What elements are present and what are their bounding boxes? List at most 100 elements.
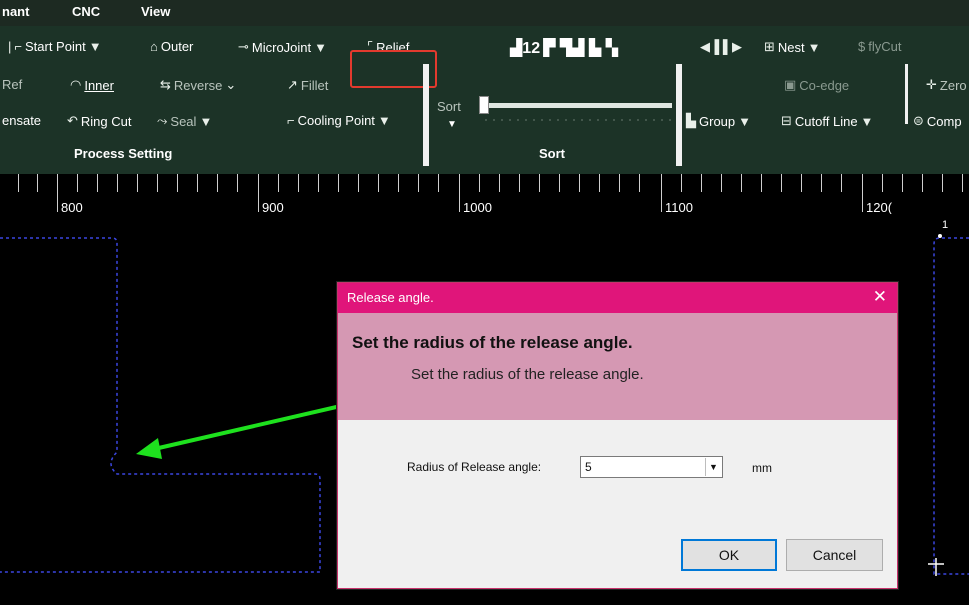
zero-button[interactable]: ✛ Zero bbox=[926, 77, 967, 93]
number-order-icon: ▟12 bbox=[510, 40, 541, 57]
annotation-arrow bbox=[149, 400, 359, 452]
sort-slider-track[interactable] bbox=[482, 103, 672, 108]
seal-label: Seal bbox=[170, 113, 197, 129]
dialog-heading: Set the radius of the release angle. bbox=[352, 333, 633, 352]
ruler-tick bbox=[298, 174, 299, 192]
zero-label: Zero bbox=[939, 77, 967, 93]
comp-button[interactable]: ⊜ Comp bbox=[913, 113, 962, 129]
zero-icon: ✛ bbox=[926, 77, 937, 92]
ruler-tick bbox=[619, 174, 620, 192]
ruler-label: 1100 bbox=[665, 200, 693, 215]
ruler-tick bbox=[801, 174, 802, 192]
radius-select-value[interactable]: 5 bbox=[585, 460, 592, 474]
part-contour[interactable] bbox=[0, 237, 321, 573]
microjoint-icon: ⊸ bbox=[238, 39, 249, 54]
ruler-tick bbox=[539, 174, 540, 192]
ruler-label: 1000 bbox=[463, 200, 492, 215]
ruler-tick bbox=[821, 174, 822, 192]
inner-button[interactable]: ◠ Inner bbox=[70, 77, 114, 93]
menu-item-cnc[interactable]: CNC bbox=[72, 4, 100, 19]
ruler-tick bbox=[559, 174, 560, 192]
part-number-label: 1 bbox=[942, 219, 948, 231]
ref-button[interactable]: Ref bbox=[2, 77, 22, 92]
ruler-tick bbox=[579, 174, 580, 192]
nest-button[interactable]: ⊞ Nest ▼ bbox=[764, 39, 821, 55]
ruler-tick bbox=[862, 174, 863, 212]
ruler-tick bbox=[962, 174, 963, 192]
comp-label: Comp bbox=[926, 113, 962, 129]
move-first-icon: ◀▐ ▌▶ bbox=[700, 39, 743, 54]
move-left-button[interactable]: ◀▐ ▌▶ bbox=[700, 39, 742, 55]
outer-label: Outer bbox=[160, 39, 194, 54]
sort-slider-thumb[interactable] bbox=[479, 96, 489, 114]
ribbon-separator bbox=[905, 64, 908, 124]
ruler-tick bbox=[519, 174, 520, 192]
group-label: Group bbox=[699, 113, 736, 129]
ruler-tick bbox=[499, 174, 500, 192]
part-contour-right[interactable] bbox=[933, 237, 969, 575]
outer-button[interactable]: ⌂ Outer bbox=[150, 39, 193, 54]
start-point-button[interactable]: | ⌐ Start Point ▼ bbox=[8, 39, 102, 54]
ruler-tick bbox=[237, 174, 238, 192]
ribbon-separator bbox=[676, 64, 682, 166]
ruler-tick bbox=[278, 174, 279, 192]
sort-dropdown-arrow-icon[interactable]: ▼ bbox=[447, 119, 457, 130]
ring-cut-button[interactable]: ↶ Ring Cut bbox=[67, 113, 131, 129]
sort-dropdown[interactable]: Sort bbox=[437, 99, 461, 114]
co-edge-button[interactable]: ▣ Co-edge bbox=[784, 77, 849, 93]
ruler-tick bbox=[661, 174, 662, 212]
ruler-tick bbox=[338, 174, 339, 192]
radius-field-label: Radius of Release angle: bbox=[407, 460, 542, 474]
seal-button[interactable]: ⤳ Seal ▼ bbox=[157, 113, 212, 129]
ruler-tick bbox=[177, 174, 178, 192]
group-label-sort: Sort bbox=[539, 146, 565, 161]
inner-label: Inner bbox=[84, 77, 114, 93]
inner-icon: ◠ bbox=[70, 77, 82, 92]
ruler-tick bbox=[137, 174, 138, 192]
dialog-titlebar[interactable]: Release angle. ✕ bbox=[338, 283, 897, 313]
fillet-label: Fillet bbox=[300, 77, 329, 93]
cooling-point-icon: ⌐ bbox=[287, 113, 295, 128]
ruler-tick bbox=[157, 174, 158, 192]
order-icon: ▛ ▜▟ ▙ ▚ bbox=[543, 40, 618, 57]
cutoff-line-button[interactable]: ⊟ Cutoff Line ▼ bbox=[781, 113, 873, 129]
dropdown-arrow-icon: ▼ bbox=[314, 39, 328, 55]
reverse-button[interactable]: ⇆ Reverse ⌄ bbox=[160, 77, 236, 93]
reverse-icon: ⇆ bbox=[160, 77, 171, 92]
compensate-button[interactable]: ensate bbox=[2, 113, 41, 128]
ruler-tick bbox=[681, 174, 682, 192]
ribbon: | ⌐ Start Point ▼ ⌂ Outer ⊸ MicroJoint ▼… bbox=[0, 26, 969, 174]
cutoff-line-icon: ⊟ bbox=[781, 113, 792, 128]
cooling-point-button[interactable]: ⌐ Cooling Point ▼ bbox=[287, 113, 391, 128]
dropdown-arrow-icon: ▼ bbox=[860, 113, 874, 129]
nest-label: Nest bbox=[777, 39, 805, 55]
chevron-down-icon[interactable]: ▼ bbox=[705, 458, 721, 476]
ruler-tick bbox=[639, 174, 640, 192]
dialog-header: Set the radius of the release angle. Set… bbox=[338, 313, 897, 420]
menu-item-maintenance[interactable]: nant bbox=[2, 4, 29, 19]
start-point-label: Start Point bbox=[24, 39, 86, 54]
microjoint-button[interactable]: ⊸ MicroJoint ▼ bbox=[238, 39, 327, 55]
flycut-button[interactable]: $ flyCut bbox=[858, 39, 901, 54]
ruler-tick bbox=[942, 174, 943, 192]
ok-button[interactable]: OK bbox=[681, 539, 777, 571]
dropdown-arrow-icon: ▼ bbox=[738, 113, 752, 129]
ruler-tick bbox=[318, 174, 319, 192]
dropdown-arrow-icon: ▼ bbox=[807, 39, 821, 55]
radius-select[interactable]: 5 ▼ bbox=[580, 456, 723, 478]
cancel-button[interactable]: Cancel bbox=[786, 539, 883, 571]
group-button[interactable]: ▙ Group ▼ bbox=[686, 113, 751, 129]
ruler-tick bbox=[97, 174, 98, 192]
sort-order-icons[interactable]: ▟12 ▛ ▜▟ ▙ ▚ bbox=[510, 38, 618, 58]
fillet-button[interactable]: ↗ Fillet bbox=[287, 77, 328, 93]
chevron-down-icon: ⌄ bbox=[225, 77, 237, 92]
dialog-title: Release angle. bbox=[347, 290, 434, 305]
ruler-tick bbox=[902, 174, 903, 192]
co-edge-label: Co-edge bbox=[799, 77, 850, 93]
seal-icon: ⤳ bbox=[157, 113, 168, 128]
menu-item-view[interactable]: View bbox=[141, 4, 170, 19]
sort-slider-ticks bbox=[482, 119, 674, 121]
ruler-tick bbox=[57, 174, 58, 212]
close-icon[interactable]: ✕ bbox=[873, 287, 887, 307]
ribbon-separator bbox=[423, 64, 429, 166]
